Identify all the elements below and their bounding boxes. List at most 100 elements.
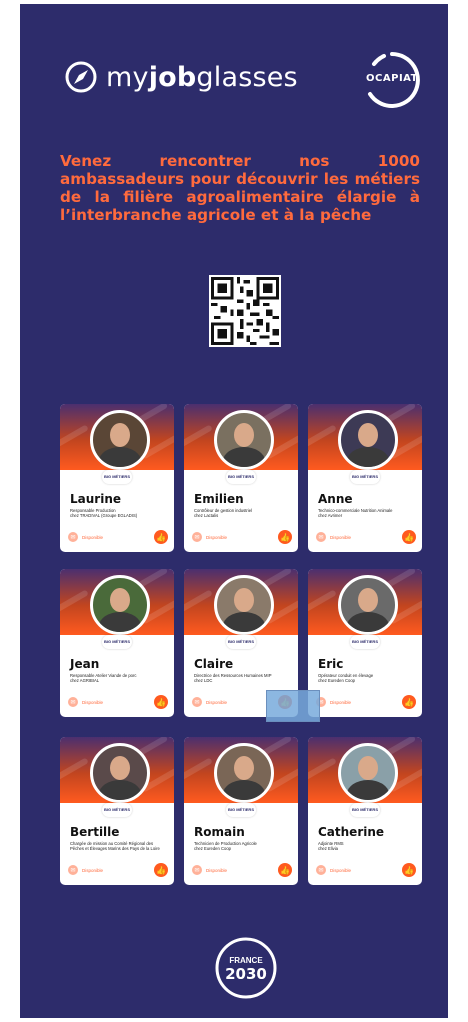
- availability-button[interactable]: ✉ Disponible: [68, 532, 103, 542]
- thumbs-up-icon[interactable]: 👍: [154, 530, 168, 544]
- ambassador-card[interactable]: BIG MÉTIERS Emilien Contrôleur de gestion …: [184, 404, 298, 552]
- ambassador-card[interactable]: BIG MÉTIERS Catherine Adjointe RMS chez El…: [308, 737, 422, 885]
- ambassador-role: Technico-commerciale Nutrition Animale c…: [318, 508, 393, 518]
- chat-icon: ✉: [68, 532, 78, 542]
- availability-label: Disponible: [206, 534, 228, 540]
- avatar-body: [347, 612, 389, 632]
- poster: myjobglasses OCAPIAT Venez rencontrer no…: [20, 4, 448, 1018]
- avatar-head: [358, 588, 378, 612]
- thumbs-up-icon[interactable]: 👍: [402, 530, 416, 544]
- france2030-logo[interactable]: FRANCE 2030: [214, 936, 278, 1000]
- avatar-body: [99, 447, 141, 467]
- avatar-head: [358, 756, 378, 780]
- chat-icon: ✉: [316, 532, 326, 542]
- card-badge: BIG MÉTIERS: [226, 803, 256, 817]
- wordmark-bold: job: [148, 61, 197, 93]
- availability-button[interactable]: ✉ Disponible: [192, 697, 227, 707]
- ambassador-card[interactable]: BIG MÉTIERS Anne Technico-commerciale Nutr…: [308, 404, 422, 552]
- availability-label: Disponible: [206, 867, 228, 873]
- selection-highlight: [266, 690, 320, 722]
- avatar-body: [347, 447, 389, 467]
- qr-code-icon: [211, 277, 279, 345]
- avatar-head: [358, 423, 378, 447]
- ambassador-name: Claire: [194, 657, 234, 671]
- availability-label: Disponible: [330, 534, 352, 540]
- availability-button[interactable]: ✉ Disponible: [316, 532, 351, 542]
- header-logos: myjobglasses OCAPIAT: [20, 48, 448, 108]
- card-badge: BIG MÉTIERS: [226, 635, 256, 649]
- thumbs-up-icon[interactable]: 👍: [402, 695, 416, 709]
- compass-icon: [65, 61, 97, 93]
- ambassador-role: Opérateur conduit en élevage chez Eurede…: [318, 673, 374, 683]
- ambassador-photo: [90, 575, 150, 635]
- card-badge: BIG MÉTIERS: [350, 803, 380, 817]
- availability-label: Disponible: [330, 699, 352, 705]
- avatar-body: [99, 612, 141, 632]
- card-badge: BIG MÉTIERS: [350, 470, 380, 484]
- thumbs-up-icon[interactable]: 👍: [154, 695, 168, 709]
- ambassador-role: Responsable Atelier Viande de porc chez …: [70, 673, 137, 683]
- ambassador-name: Emilien: [194, 492, 244, 506]
- ambassador-photo: [214, 575, 274, 635]
- ambassador-photo: [338, 410, 398, 470]
- avatar-body: [223, 780, 265, 800]
- qr-code[interactable]: [209, 275, 281, 347]
- availability-button[interactable]: ✉ Disponible: [68, 697, 103, 707]
- card-badge: BIG MÉTIERS: [102, 635, 132, 649]
- ambassador-card[interactable]: BIG MÉTIERS Laurine Responsable Production…: [60, 404, 174, 552]
- avatar-body: [347, 780, 389, 800]
- wordmark-suffix: glasses: [196, 61, 298, 93]
- chat-icon: ✉: [192, 532, 202, 542]
- card-badge: BIG MÉTIERS: [350, 635, 380, 649]
- chat-icon: ✉: [68, 865, 78, 875]
- ambassador-role: Contrôleur de gestion industriel chez La…: [194, 508, 252, 518]
- chat-icon: ✉: [192, 697, 202, 707]
- headline: Venez rencontrer nos 1000 ambassadeurs p…: [60, 152, 420, 224]
- ambassador-role: Technicien de Production Agricole chez E…: [194, 841, 257, 851]
- ambassador-photo: [214, 410, 274, 470]
- wordmark-prefix: my: [106, 61, 149, 93]
- avatar-head: [110, 423, 130, 447]
- availability-button[interactable]: ✉ Disponible: [68, 865, 103, 875]
- ambassador-name: Romain: [194, 825, 245, 839]
- ocapiat-logo[interactable]: OCAPIAT: [360, 48, 424, 112]
- ambassador-photo: [90, 743, 150, 803]
- france2030-line1: FRANCE: [229, 956, 263, 965]
- avatar-head: [110, 588, 130, 612]
- availability-label: Disponible: [82, 534, 104, 540]
- chat-icon: ✉: [316, 865, 326, 875]
- avatar-body: [223, 447, 265, 467]
- avatar-body: [99, 780, 141, 800]
- myjobglasses-logo[interactable]: myjobglasses: [64, 60, 298, 94]
- avatar-body: [223, 612, 265, 632]
- ambassador-photo: [338, 743, 398, 803]
- ambassador-card[interactable]: BIG MÉTIERS Jean Responsable Atelier Viand…: [60, 569, 174, 717]
- ambassador-role: Directrice des Ressources Humaines MIP c…: [194, 673, 272, 683]
- thumbs-up-icon[interactable]: 👍: [278, 863, 292, 877]
- ambassador-name: Laurine: [70, 492, 121, 506]
- card-badge: BIG MÉTIERS: [226, 470, 256, 484]
- availability-button[interactable]: ✉ Disponible: [316, 865, 351, 875]
- availability-button[interactable]: ✉ Disponible: [192, 865, 227, 875]
- availability-button[interactable]: ✉ Disponible: [316, 697, 351, 707]
- ambassador-card[interactable]: BIG MÉTIERS Romain Technicien de Productio…: [184, 737, 298, 885]
- chat-icon: ✉: [68, 697, 78, 707]
- ocapiat-wordmark: OCAPIAT: [366, 73, 418, 84]
- ambassador-card[interactable]: BIG MÉTIERS Eric Opérateur conduit en élev…: [308, 569, 422, 717]
- thumbs-up-icon[interactable]: 👍: [402, 863, 416, 877]
- ambassador-card[interactable]: BIG MÉTIERS Bertille Chargée de mission au…: [60, 737, 174, 885]
- chat-icon: ✉: [192, 865, 202, 875]
- ambassador-role: Chargée de mission au Comité Régional de…: [70, 841, 160, 851]
- avatar-head: [234, 756, 254, 780]
- ambassador-role: Responsable Production chez TRADIVAL (Gr…: [70, 508, 138, 518]
- availability-label: Disponible: [206, 699, 228, 705]
- availability-label: Disponible: [330, 867, 352, 873]
- availability-label: Disponible: [82, 699, 104, 705]
- ambassador-name: Eric: [318, 657, 344, 671]
- ambassador-photo: [338, 575, 398, 635]
- myjobglasses-wordmark: myjobglasses: [106, 62, 298, 93]
- thumbs-up-icon[interactable]: 👍: [278, 530, 292, 544]
- card-badge: BIG MÉTIERS: [102, 470, 132, 484]
- thumbs-up-icon[interactable]: 👍: [154, 863, 168, 877]
- availability-button[interactable]: ✉ Disponible: [192, 532, 227, 542]
